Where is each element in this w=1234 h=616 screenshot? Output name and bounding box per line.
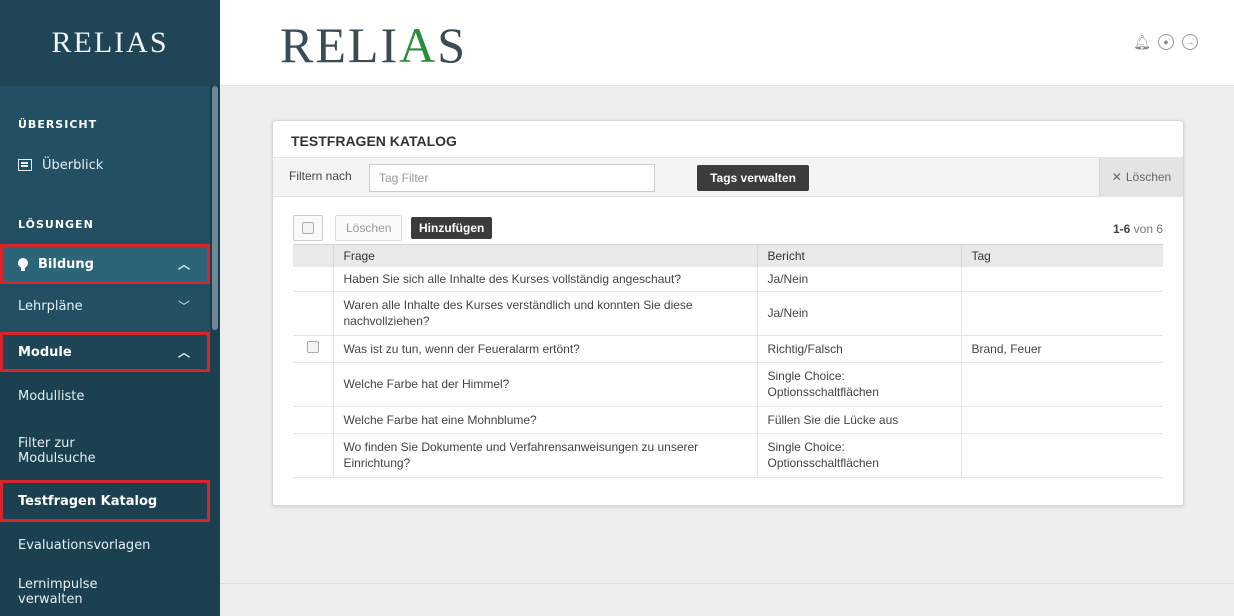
cell-frage: Was ist zu tun, wenn der Feueralarm ertö…: [333, 335, 758, 363]
cell-tag: [961, 433, 1163, 478]
sidebar-item-label: Lernimpulse verwalten: [18, 577, 98, 607]
cell-bericht: Single Choice: Optionsschaltflächen: [757, 433, 962, 478]
row-checkbox[interactable]: [306, 340, 319, 353]
header-logo[interactable]: RELIAS: [280, 16, 467, 74]
cell-frage: Wo finden Sie Dokumente und Verfahrensan…: [333, 433, 758, 478]
table-header-row: Frage Bericht Tag: [293, 244, 1163, 267]
chevron-up-icon: ︿: [177, 345, 190, 360]
sidebar-logo-text: RELIAS: [51, 26, 169, 59]
sidebar-item-label: Lehrpläne: [18, 298, 83, 314]
sidebar-item-label: Evaluationsvorlagen: [18, 537, 151, 553]
select-all-checkbox[interactable]: [293, 215, 323, 241]
sidebar-scrollbar[interactable]: [210, 86, 220, 616]
logo-text: I: [380, 17, 400, 73]
manage-tags-button[interactable]: Tags verwalten: [697, 165, 809, 191]
pagination-info: 1-6 von 6: [1113, 222, 1163, 236]
sidebar-item-lehrplaene[interactable]: Lehrpläne ﹀: [0, 288, 210, 324]
questions-table: Frage Bericht Tag Haben Sie sich alle In…: [293, 244, 1163, 478]
table-row[interactable]: Welche Farbe hat eine Mohnblume? Füllen …: [293, 406, 1163, 434]
close-icon: ✕: [1111, 170, 1122, 184]
cell-frage: Waren alle Inhalte des Kurses verständli…: [333, 291, 758, 336]
clear-filter-label: Löschen: [1125, 170, 1172, 184]
cell-tag: Brand, Feuer: [961, 335, 1163, 363]
row-checkbox-cell: [293, 291, 334, 336]
add-button[interactable]: Hinzufügen: [411, 217, 493, 239]
top-header: RELIAS 🔔︎ ● →: [220, 0, 1234, 86]
question-catalog-panel: TESTFRAGEN KATALOG Filtern nach Tags ver…: [272, 120, 1184, 506]
tag-filter-input[interactable]: [369, 164, 655, 192]
delete-button[interactable]: Löschen: [335, 215, 403, 241]
chevron-up-icon: ︿: [177, 257, 190, 272]
pager-range: 1-6: [1112, 222, 1131, 236]
clear-filter-button[interactable]: ✕ Löschen: [1099, 158, 1183, 196]
header-tag[interactable]: Tag: [961, 244, 1163, 267]
cell-bericht: Füllen Sie die Lücke aus: [757, 406, 962, 434]
sidebar: RELIAS ÜBERSICHT Überblick LÖSUNGEN Bild…: [0, 0, 220, 616]
sidebar-item-label: Testfragen Katalog: [18, 493, 158, 509]
sidebar-item-bildung[interactable]: Bildung ︿: [0, 244, 210, 284]
cell-frage: Welche Farbe hat eine Mohnblume?: [333, 406, 758, 434]
filter-bar: Filtern nach Tags verwalten ✕ Löschen: [273, 157, 1183, 197]
cell-tag: [961, 406, 1163, 434]
sidebar-item-modulliste[interactable]: Modulliste: [0, 372, 210, 420]
section-heading-overview: ÜBERSICHT: [18, 118, 98, 131]
main-content: TESTFRAGEN KATALOG Filtern nach Tags ver…: [220, 86, 1234, 616]
table-row[interactable]: Was ist zu tun, wenn der Feueralarm ertö…: [293, 335, 1163, 363]
cell-bericht: Ja/Nein: [757, 291, 962, 336]
logo-accent: A: [399, 17, 438, 73]
sidebar-item-label: Überblick: [42, 157, 104, 173]
sidebar-logo[interactable]: RELIAS: [0, 0, 220, 86]
lightbulb-icon: [18, 257, 28, 271]
row-checkbox-cell: [293, 433, 334, 478]
table-toolbar: Löschen Hinzufügen 1-6 von 6: [293, 215, 1163, 241]
table-row[interactable]: Welche Farbe hat der Himmel? Single Choi…: [293, 362, 1163, 407]
cell-frage: Welche Farbe hat der Himmel?: [333, 362, 758, 407]
sidebar-item-module[interactable]: Module ︿: [0, 332, 210, 372]
row-checkbox-cell: [293, 406, 334, 434]
logo-text: REL: [280, 17, 381, 73]
logout-icon[interactable]: →: [1182, 34, 1198, 50]
content-footer-divider: [220, 583, 1234, 584]
panel-title: TESTFRAGEN KATALOG: [291, 133, 457, 149]
row-checkbox-cell[interactable]: [293, 335, 334, 363]
cell-tag: [961, 362, 1163, 407]
chevron-down-icon: ﹀: [177, 299, 190, 314]
sidebar-item-lernimpulse[interactable]: Lernimpulse verwalten: [0, 568, 210, 616]
header-bericht[interactable]: Bericht: [757, 244, 962, 267]
scrollbar-thumb[interactable]: [212, 86, 218, 330]
logo-text: S: [437, 17, 468, 73]
user-icon[interactable]: ●: [1158, 34, 1174, 50]
header-icons: 🔔︎ ● →: [1133, 34, 1198, 50]
cell-bericht: Richtig/Falsch: [757, 335, 962, 363]
row-checkbox-cell: [293, 362, 334, 407]
header-checkbox-col: [293, 244, 334, 267]
bell-icon[interactable]: 🔔︎: [1133, 34, 1151, 50]
cell-bericht: Ja/Nein: [757, 266, 962, 292]
header-frage[interactable]: Frage: [333, 244, 758, 267]
filter-label: Filtern nach: [289, 169, 352, 183]
sidebar-item-testfragen-katalog[interactable]: Testfragen Katalog: [0, 480, 210, 522]
cell-frage: Haben Sie sich alle Inhalte des Kurses v…: [333, 266, 758, 292]
sidebar-item-label: Module: [18, 344, 72, 360]
sidebar-item-label: Bildung: [38, 256, 94, 272]
table-row[interactable]: Waren alle Inhalte des Kurses verständli…: [293, 291, 1163, 336]
cell-bericht: Single Choice: Optionsschaltflächen: [757, 362, 962, 407]
cell-tag: [961, 291, 1163, 336]
sidebar-item-label: Modulliste: [18, 388, 85, 404]
row-checkbox-cell: [293, 266, 334, 292]
sidebar-item-overview[interactable]: Überblick: [0, 152, 210, 178]
sidebar-nav: ÜBERSICHT Überblick LÖSUNGEN Bildung ︿ L…: [0, 86, 210, 616]
monitor-icon: [18, 159, 32, 171]
cell-tag: [961, 266, 1163, 292]
pager-total: von 6: [1133, 222, 1163, 236]
sidebar-item-evaluationsvorlagen[interactable]: Evaluationsvorlagen: [0, 522, 210, 568]
checkbox-icon: [302, 222, 314, 234]
table-row[interactable]: Wo finden Sie Dokumente und Verfahrensan…: [293, 433, 1163, 478]
sidebar-item-label: Filter zur Modulsuche: [18, 436, 96, 466]
sidebar-item-filter-modulsuche[interactable]: Filter zur Modulsuche: [0, 420, 210, 482]
table-row[interactable]: Haben Sie sich alle Inhalte des Kurses v…: [293, 266, 1163, 292]
section-heading-solutions: LÖSUNGEN: [18, 218, 94, 231]
